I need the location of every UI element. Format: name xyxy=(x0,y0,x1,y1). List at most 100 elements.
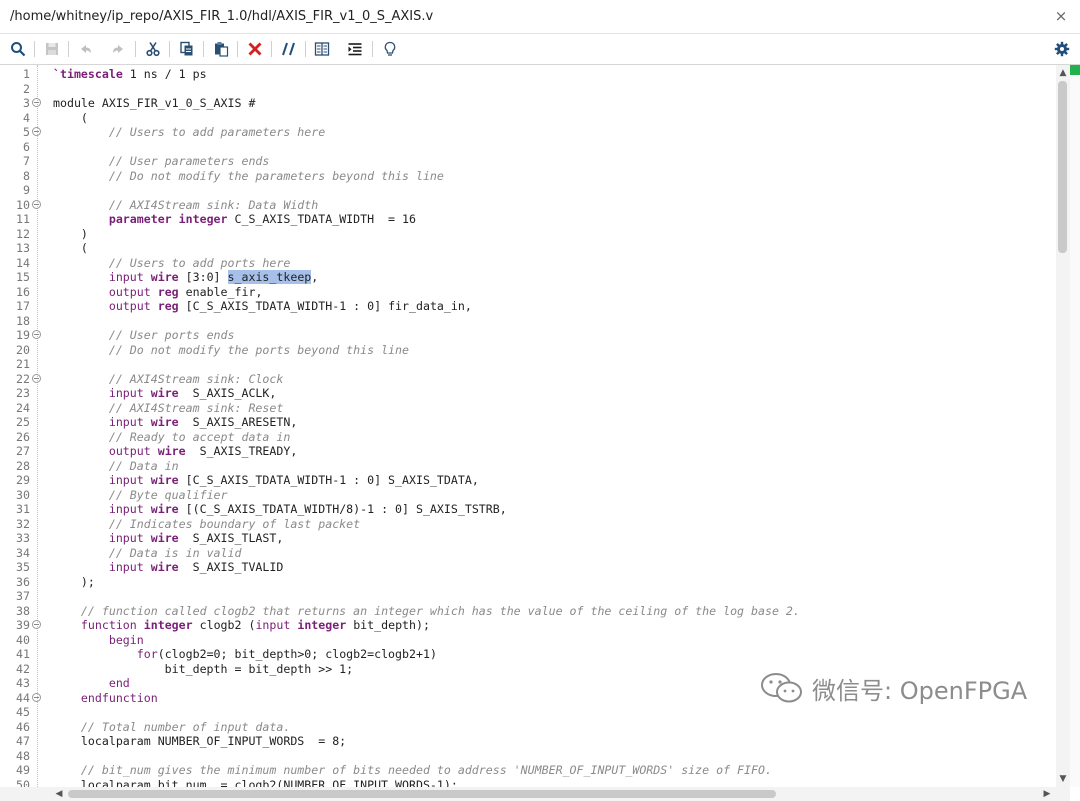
code-text: // Users to add parameters here xyxy=(53,125,325,140)
code-line[interactable]: 30 // Byte qualifier xyxy=(0,488,1056,503)
code-line[interactable]: 1 `timescale 1 ns / 1 ps xyxy=(0,67,1056,82)
vertical-scroll-thumb[interactable] xyxy=(1058,81,1067,253)
copy-icon[interactable] xyxy=(176,38,198,60)
fold-toggle-icon[interactable] xyxy=(32,199,41,209)
code-line[interactable]: 33 input wire S_AXIS_TLAST, xyxy=(0,531,1056,546)
editor-toolbar xyxy=(0,34,1080,65)
code-line[interactable]: 22 // AXI4Stream sink: Clock xyxy=(0,372,1056,387)
code-line[interactable]: 27 output wire S_AXIS_TREADY, xyxy=(0,444,1056,459)
code-line[interactable]: 39 function integer clogb2 (input intege… xyxy=(0,618,1056,633)
code-comment: // Data is in valid xyxy=(108,545,242,560)
undo-icon[interactable] xyxy=(75,38,97,60)
code-line[interactable]: 2 xyxy=(0,82,1056,97)
watermark: 微信号: OpenFPGA xyxy=(760,668,1027,708)
code-line[interactable]: 23 input wire S_AXIS_ACLK, xyxy=(0,386,1056,401)
code-line[interactable]: 38 // function called clogb2 that return… xyxy=(0,604,1056,619)
delete-icon[interactable] xyxy=(244,38,266,60)
code-keyword: `timescale xyxy=(53,67,123,81)
code-line[interactable]: 50 localparam bit_num = clogb2(NUMBER_OF… xyxy=(0,778,1056,788)
code-keyword: input xyxy=(108,560,144,574)
code-line[interactable]: 7 // User parameters ends xyxy=(0,154,1056,169)
code-text: // Data is in valid xyxy=(53,545,242,561)
comment-toggle-icon[interactable] xyxy=(278,38,300,60)
scroll-left-arrow-icon[interactable]: ◀ xyxy=(52,787,66,801)
scroll-down-arrow-icon[interactable]: ▼ xyxy=(1056,772,1070,786)
code-comment: // Do not modify the parameters beyond t… xyxy=(108,168,444,183)
code-line[interactable]: 40 begin xyxy=(0,633,1056,648)
code-line[interactable]: 48 xyxy=(0,749,1056,764)
code-line[interactable]: 3 module AXIS_FIR_v1_0_S_AXIS # xyxy=(0,96,1056,111)
line-number: 26 xyxy=(16,429,30,444)
search-icon[interactable] xyxy=(7,38,29,60)
cut-icon[interactable] xyxy=(142,38,164,60)
code-comment: // Users to add ports here xyxy=(108,255,291,270)
code-line[interactable]: 46 // Total number of input data. xyxy=(0,720,1056,735)
save-icon[interactable] xyxy=(41,38,63,60)
block-select-icon[interactable] xyxy=(311,38,333,60)
code-keyword: output xyxy=(108,299,151,313)
code-line[interactable]: 49 // bit_num gives the minimum number o… xyxy=(0,763,1056,778)
code-token: , xyxy=(311,270,319,284)
code-line[interactable]: 10 // AXI4Stream sink: Data Width xyxy=(0,198,1056,213)
code-line[interactable]: 20 // Do not modify the ports beyond thi… xyxy=(0,343,1056,358)
code-line[interactable]: 4 ( xyxy=(0,111,1056,126)
scroll-up-arrow-icon[interactable]: ▲ xyxy=(1056,66,1070,80)
code-line[interactable]: 25 input wire S_AXIS_ARESETN, xyxy=(0,415,1056,430)
indent-icon[interactable] xyxy=(344,38,366,60)
fold-toggle-icon[interactable] xyxy=(32,692,41,702)
code-line[interactable]: 5 // Users to add parameters here xyxy=(0,125,1056,140)
close-button[interactable]: × xyxy=(1052,6,1070,26)
code-line[interactable]: 21 xyxy=(0,357,1056,372)
code-line[interactable]: 37 xyxy=(0,589,1056,604)
code-text: // User ports ends xyxy=(53,328,235,343)
code-line[interactable]: 18 xyxy=(0,314,1056,329)
line-number: 9 xyxy=(23,183,30,197)
code-line[interactable]: 8 // Do not modify the parameters beyond… xyxy=(0,169,1056,184)
line-number: 48 xyxy=(16,748,30,763)
fold-toggle-icon[interactable] xyxy=(32,98,41,107)
fold-toggle-icon[interactable] xyxy=(32,373,41,383)
code-line[interactable]: 15 input wire [3:0] s_axis_tkeep, xyxy=(0,270,1056,285)
code-line[interactable]: 31 input wire [(C_S_AXIS_TDATA_WIDTH/8)-… xyxy=(0,502,1056,517)
lightbulb-icon[interactable] xyxy=(379,38,401,60)
code-line[interactable]: 9 xyxy=(0,183,1056,198)
fold-toggle-icon[interactable] xyxy=(32,330,41,339)
code-line[interactable]: 16 output reg enable_fir, xyxy=(0,285,1056,300)
code-line[interactable]: 24 // AXI4Stream sink: Reset xyxy=(0,401,1056,416)
line-number: 36 xyxy=(16,574,30,589)
code-line[interactable]: 6 xyxy=(0,140,1056,155)
code-line[interactable]: 17 output reg [C_S_AXIS_TDATA_WIDTH-1 : … xyxy=(0,299,1056,314)
code-text: input wire [(C_S_AXIS_TDATA_WIDTH/8)-1 :… xyxy=(53,502,507,517)
code-line[interactable]: 12 ) xyxy=(0,227,1056,242)
code-text: bit_depth = bit_depth >> 1; xyxy=(53,662,353,677)
code-line[interactable]: 35 input wire S_AXIS_TVALID xyxy=(0,560,1056,575)
horizontal-scrollbar[interactable]: ◀ ▶ xyxy=(0,787,1070,801)
paste-icon[interactable] xyxy=(210,38,232,60)
code-line[interactable]: 11 parameter integer C_S_AXIS_TDATA_WIDT… xyxy=(0,212,1056,227)
horizontal-scroll-thumb[interactable] xyxy=(68,790,776,798)
scroll-right-arrow-icon[interactable]: ▶ xyxy=(1040,787,1054,801)
code-text: ); xyxy=(53,575,95,590)
code-line[interactable]: 34 // Data is in valid xyxy=(0,546,1056,561)
code-line[interactable]: 36 ); xyxy=(0,575,1056,590)
code-line[interactable]: 28 // Data in xyxy=(0,459,1056,474)
vertical-scrollbar[interactable]: ▲ ▼ xyxy=(1056,65,1070,787)
code-line[interactable]: 14 // Users to add ports here xyxy=(0,256,1056,271)
code-line[interactable]: 13 ( xyxy=(0,241,1056,256)
code-keyword: output xyxy=(108,444,151,458)
code-line[interactable]: 19 // User ports ends xyxy=(0,328,1056,343)
settings-gear-icon[interactable] xyxy=(1051,38,1073,60)
code-line[interactable]: 29 input wire [C_S_AXIS_TDATA_WIDTH-1 : … xyxy=(0,473,1056,488)
code-line[interactable]: 41 for(clogb2=0; bit_depth>0; clogb2=clo… xyxy=(0,647,1056,662)
fold-toggle-icon[interactable] xyxy=(32,620,41,629)
code-line[interactable]: 47 localparam NUMBER_OF_INPUT_WORDS = 8; xyxy=(0,734,1056,749)
fold-toggle-icon[interactable] xyxy=(32,127,41,136)
code-line[interactable]: 26 // Ready to accept data in xyxy=(0,430,1056,445)
redo-icon[interactable] xyxy=(107,38,129,60)
code-line[interactable]: 32 // Indicates boundary of last packet xyxy=(0,517,1056,532)
